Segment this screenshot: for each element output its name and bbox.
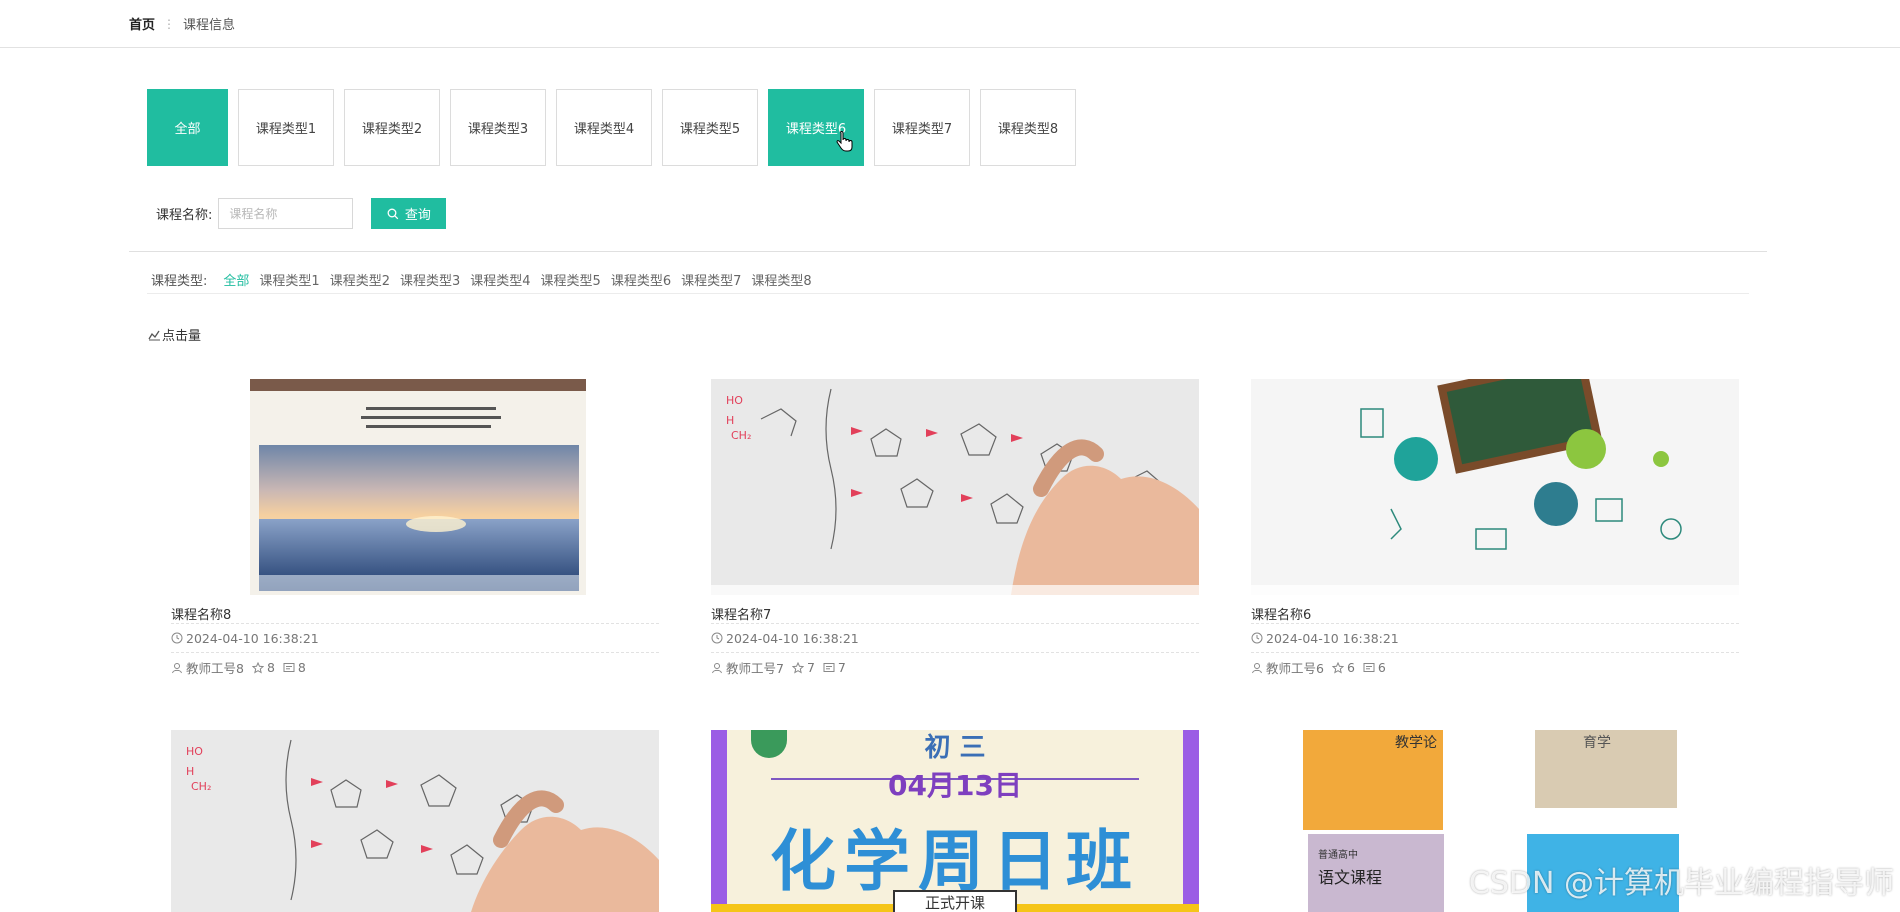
course-type-tabs: 全部 课程类型1 课程类型2 课程类型3 课程类型4 课程类型5 课程类型6 课… (147, 89, 1086, 166)
course-image-chemistry[interactable]: HO H CH₂ (171, 730, 659, 912)
star-icon (1331, 661, 1344, 674)
type-tab-5[interactable]: 课程类型5 (662, 89, 758, 166)
type-tab-1[interactable]: 课程类型1 (238, 89, 334, 166)
course-image-chemistry[interactable]: HO H CH₂ (711, 379, 1199, 595)
search-button-label: 查询 (404, 208, 431, 223)
breadcrumb-bar: 首页 ⋮ 课程信息 (0, 0, 1900, 48)
svg-text:HO: HO (726, 394, 743, 407)
type-tab-6[interactable]: 课程类型6 (768, 89, 864, 166)
course-card[interactable]: 课程名称8 2024-04-10 16:38:21 教师工号8 8 8 (171, 379, 659, 682)
svg-text:CH₂: CH₂ (191, 780, 211, 793)
book-cover: 教学论 (1303, 730, 1443, 830)
sort-label: 点击量 (162, 329, 202, 344)
course-image-chemistry-poster[interactable]: 初 三 04月13日 化学周日班 正式开课 (711, 730, 1199, 912)
teacher-id: 教师工号6 (1266, 661, 1324, 676)
star-icon (251, 661, 264, 674)
breadcrumb-separator: ⋮ (163, 16, 176, 31)
type-tab-7[interactable]: 课程类型7 (874, 89, 970, 166)
user-icon (712, 662, 722, 673)
course-datetime: 2024-04-10 16:38:21 (1251, 624, 1739, 653)
course-card[interactable]: HO H CH₂ (171, 730, 659, 912)
breadcrumb: 首页 ⋮ 课程信息 (129, 14, 236, 34)
type-tab-2[interactable]: 课程类型2 (344, 89, 440, 166)
datetime-text: 2024-04-10 16:38:21 (1266, 630, 1399, 646)
divider (129, 251, 1767, 252)
svg-text:CH₂: CH₂ (731, 429, 751, 442)
course-title[interactable]: 课程名称8 (171, 604, 659, 624)
filter-item-7[interactable]: 课程类型7 (681, 270, 741, 289)
datetime-text: 2024-04-10 16:38:21 (726, 630, 859, 646)
course-card[interactable]: 初 三 04月13日 化学周日班 正式开课 (711, 730, 1199, 912)
chart-icon (148, 330, 160, 340)
star-icon (791, 661, 804, 674)
course-name-input[interactable] (218, 198, 354, 229)
filter-item-3[interactable]: 课程类型3 (400, 270, 460, 289)
clock-icon (1251, 632, 1263, 644)
clock-icon (711, 632, 723, 644)
poster-date: 04月13日 (888, 769, 1022, 802)
filter-item-5[interactable]: 课程类型5 (541, 270, 601, 289)
filter-item-4[interactable]: 课程类型4 (470, 270, 530, 289)
svg-text:H: H (186, 765, 194, 778)
divider (147, 293, 1749, 294)
sort-by-clicks-link[interactable]: 点击量 (148, 325, 201, 344)
comment-count: 7 (837, 660, 846, 675)
svg-text:HO: HO (186, 745, 203, 758)
comment-icon (823, 662, 835, 672)
course-image-school[interactable] (1251, 379, 1739, 595)
filter-item-8[interactable]: 课程类型8 (751, 270, 811, 289)
comment-icon (283, 662, 295, 672)
hand-cursor-icon (836, 131, 853, 152)
filter-item-all[interactable]: 全部 (223, 270, 249, 289)
course-image-textbook[interactable] (171, 379, 659, 595)
user-icon (172, 662, 182, 673)
breadcrumb-current: 课程信息 (183, 18, 236, 33)
poster-footer: 正式开课 (893, 890, 1017, 912)
svg-text:H: H (726, 414, 734, 427)
poster-line1: 初 三 (924, 733, 986, 763)
comment-count: 6 (1377, 660, 1386, 675)
star-count: 7 (806, 660, 815, 675)
type-tab-8[interactable]: 课程类型8 (980, 89, 1076, 166)
comment-count: 8 (297, 660, 306, 675)
book-cover: 普通高中 语文课程 (1308, 834, 1444, 912)
filter-label: 课程类型: (151, 274, 208, 289)
search-button[interactable]: 查询 (371, 198, 447, 229)
filter-item-6[interactable]: 课程类型6 (611, 270, 671, 289)
course-meta: 教师工号7 7 7 (711, 653, 1199, 682)
filter-item-1[interactable]: 课程类型1 (259, 270, 319, 289)
datetime-text: 2024-04-10 16:38:21 (186, 630, 319, 646)
course-title[interactable]: 课程名称6 (1251, 604, 1739, 624)
course-datetime: 2024-04-10 16:38:21 (711, 624, 1199, 653)
breadcrumb-home-link[interactable]: 首页 (129, 14, 155, 33)
type-tab-4[interactable]: 课程类型4 (556, 89, 652, 166)
search-row: 课程名称: 查询 (156, 198, 447, 229)
course-card[interactable]: HO H CH₂ 课程名称7 2024-04-10 16:38:21 教师工号7 7… (711, 379, 1199, 682)
course-title[interactable]: 课程名称7 (711, 604, 1199, 624)
course-meta: 教师工号8 8 8 (171, 653, 659, 682)
teacher-id: 教师工号8 (186, 661, 244, 676)
search-label: 课程名称: (156, 208, 213, 223)
course-meta: 教师工号6 6 6 (1251, 653, 1739, 682)
type-filter-row: 课程类型: 全部 课程类型1 课程类型2 课程类型3 课程类型4 课程类型5 课… (151, 270, 822, 289)
type-tab-3[interactable]: 课程类型3 (450, 89, 546, 166)
filter-item-2[interactable]: 课程类型2 (330, 270, 390, 289)
star-count: 6 (1346, 660, 1355, 675)
teacher-id: 教师工号7 (726, 661, 784, 676)
watermark: CSDN @计算机毕业编程指导师 (1468, 866, 1894, 901)
user-icon (1252, 662, 1262, 673)
course-datetime: 2024-04-10 16:38:21 (171, 624, 659, 653)
comment-icon (1363, 662, 1375, 672)
course-card[interactable]: 课程名称6 2024-04-10 16:38:21 教师工号6 6 6 (1251, 379, 1739, 682)
search-icon (387, 208, 399, 219)
star-count: 8 (266, 660, 275, 675)
clock-icon (171, 632, 183, 644)
book-cover: 育学 (1535, 730, 1677, 808)
type-tab-all[interactable]: 全部 (147, 89, 228, 166)
